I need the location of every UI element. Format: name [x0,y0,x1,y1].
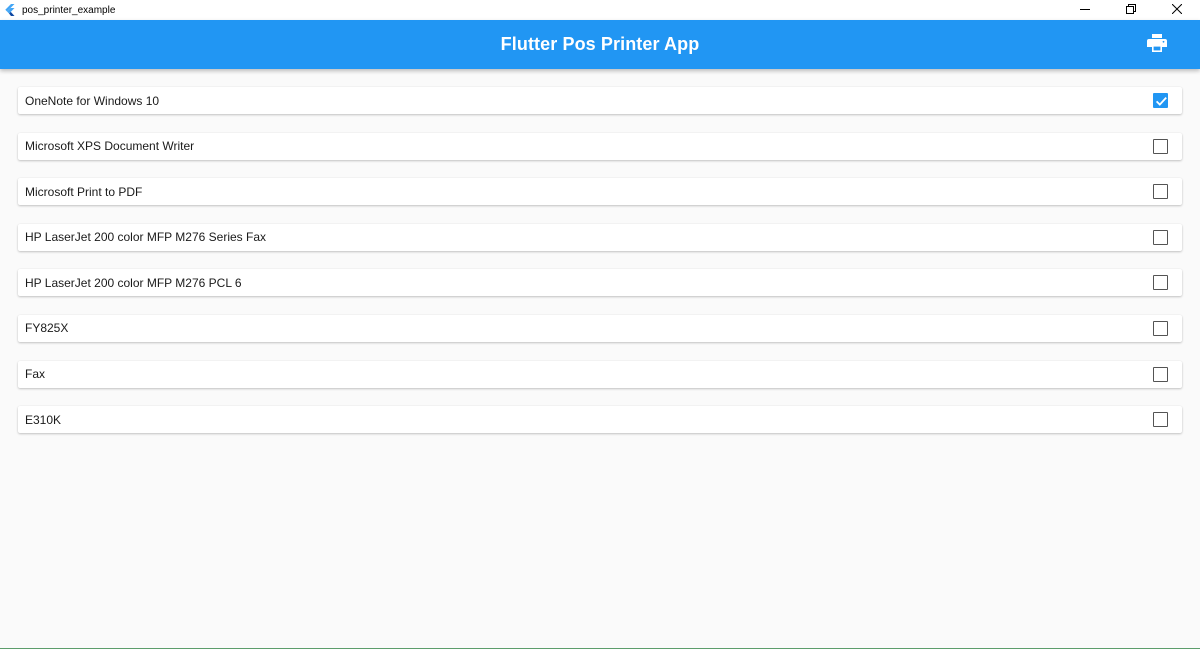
window-controls [1062,0,1200,20]
printer-name: HP LaserJet 200 color MFP M276 PCL 6 [25,275,242,290]
check-icon [1155,96,1167,106]
app-bar: Flutter Pos Printer App [0,20,1200,69]
printer-checkbox[interactable] [1153,184,1168,200]
printer-checkbox[interactable] [1153,412,1168,428]
printer-name: E310K [25,412,62,427]
minimize-icon [1080,1,1090,19]
list-item[interactable]: HP LaserJet 200 color MFP M276 Series Fa… [18,223,1182,251]
list-item[interactable]: FY825X [18,314,1182,342]
printer-name: Microsoft XPS Document Writer [25,139,195,154]
minimize-button[interactable] [1062,0,1108,20]
app-bar-title: Flutter Pos Printer App [500,34,700,54]
printer-checkbox[interactable] [1153,229,1168,245]
list-item[interactable]: OneNote for Windows 10 [18,87,1182,114]
printer-name: Fax [25,367,46,382]
list-item[interactable]: Microsoft Print to PDF [18,178,1182,206]
print-button[interactable] [1144,32,1170,58]
printer-checkbox[interactable] [1153,275,1168,291]
list-item[interactable]: HP LaserJet 200 color MFP M276 PCL 6 [18,269,1182,297]
printer-checkbox[interactable] [1153,320,1168,336]
close-button[interactable] [1154,0,1200,20]
app-window: pos_printer_example Flutter Pos Printer … [0,0,1200,649]
flutter-logo-icon [5,3,17,17]
window-titlebar: pos_printer_example [0,0,1200,20]
window-title: pos_printer_example [22,4,116,16]
list-item[interactable]: E310K [18,406,1182,434]
printer-name: Microsoft Print to PDF [25,184,143,199]
printer-name: HP LaserJet 200 color MFP M276 Series Fa… [25,230,266,245]
print-icon [1147,33,1167,57]
restore-button[interactable] [1108,0,1154,20]
printer-checkbox[interactable] [1153,138,1168,154]
printer-list: OneNote for Windows 10 Microsoft XPS Doc… [18,87,1182,452]
list-item[interactable]: Fax [18,360,1182,388]
printer-checkbox[interactable] [1153,366,1168,382]
printer-name: OneNote for Windows 10 [25,93,160,108]
restore-icon [1126,1,1136,19]
close-icon [1171,1,1183,19]
printer-checkbox[interactable] [1153,93,1168,108]
printer-name: FY825X [25,321,69,336]
list-item[interactable]: Microsoft XPS Document Writer [18,132,1182,160]
